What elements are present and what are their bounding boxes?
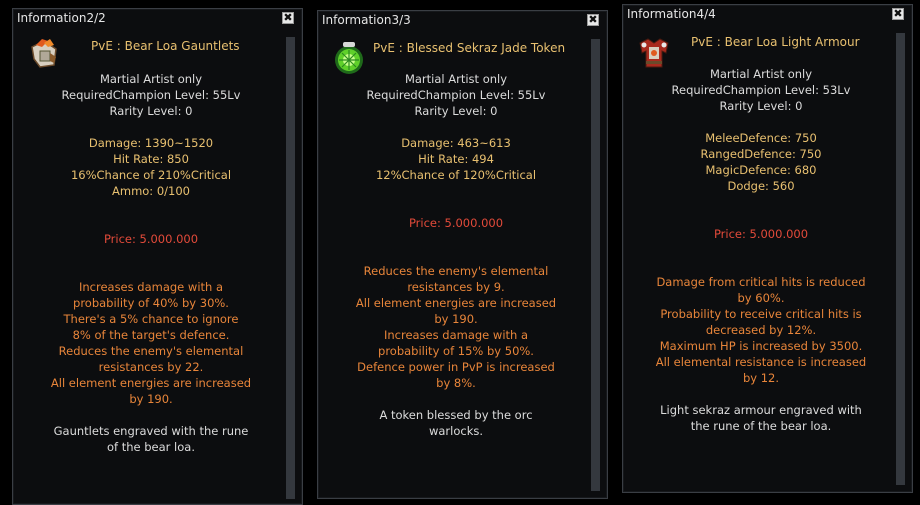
effect-line: Maximum HP is increased by 3500. <box>659 339 863 353</box>
requirement-line: Martial Artist only <box>404 72 508 86</box>
gauntlets-icon <box>26 35 62 71</box>
effect-line: Damage from critical hits is reduced <box>656 275 866 289</box>
description-line: warlocks. <box>428 424 484 438</box>
effect-line: Increases damage with a <box>78 280 224 294</box>
close-button[interactable]: ✖ <box>892 8 904 20</box>
stat-line: RangedDefence: 750 <box>700 147 822 161</box>
requirement-line: Rarity Level: 0 <box>109 104 193 118</box>
effect-line: Defence power in PvP is increased <box>357 360 555 374</box>
panel-titlebar[interactable]: Information3/3 ✖ <box>318 11 607 29</box>
effect-line: by 60%. <box>737 291 785 305</box>
requirement-line: Martial Artist only <box>99 72 203 86</box>
effect-line: There's a 5% chance to ignore <box>63 312 239 326</box>
effect-line: Reduces the enemy's elemental <box>58 344 244 358</box>
stat-line: Damage: 463~613 <box>401 136 511 150</box>
panel-titlebar[interactable]: Information4/4 ✖ <box>623 5 912 23</box>
stat-line: Hit Rate: 850 <box>113 152 189 166</box>
panel-title: Information4/4 <box>627 7 716 21</box>
item-details: Martial Artist only RequiredChampion Lev… <box>318 71 594 439</box>
stat-line: Ammo: 0/100 <box>112 184 190 198</box>
item-name: PvE : Bear Loa Light Armour <box>691 35 860 49</box>
effect-line: All element energies are increased <box>50 376 252 390</box>
requirement-line: RequiredChampion Level: 55Lv <box>61 88 241 102</box>
item-info-panel-1: Information2/2 ✖ PvE : Bear Loa Gauntlet… <box>12 8 303 505</box>
item-name: PvE : Bear Loa Gauntlets <box>91 39 240 53</box>
description-line: A token blessed by the orc <box>379 408 533 422</box>
stat-line: Dodge: 560 <box>727 179 795 193</box>
effect-line: All element energies are increased <box>355 296 557 310</box>
requirement-line: RequiredChampion Level: 53Lv <box>671 83 851 97</box>
effect-line: probability of 40% by 30%. <box>73 296 229 310</box>
panel-title: Information3/3 <box>322 13 411 27</box>
effect-line: Probability to receive critical hits is <box>660 307 862 321</box>
item-name: PvE : Blessed Sekraz Jade Token <box>373 41 566 55</box>
panel-titlebar[interactable]: Information2/2 ✖ <box>13 9 302 27</box>
requirement-line: Martial Artist only <box>709 67 813 81</box>
stat-line: MagicDefence: 680 <box>705 163 817 177</box>
stat-line: 12%Chance of 120%Critical <box>375 168 537 182</box>
effect-line: decreased by 12%. <box>705 323 817 337</box>
panel-title: Information2/2 <box>17 11 106 25</box>
stat-line: MeleeDefence: 750 <box>705 131 817 145</box>
effect-line: by 190. <box>129 392 173 406</box>
effect-line: by 8%. <box>436 376 476 390</box>
effect-line: All elemental resistance is increased <box>655 355 867 369</box>
description-line: of the bear loa. <box>106 440 195 454</box>
price-label: Price: 5.000.000 <box>408 216 504 230</box>
effect-line: by 12. <box>742 371 780 385</box>
description-line: the rune of the bear loa. <box>690 419 832 433</box>
description-line: Gauntlets engraved with the rune <box>53 424 249 438</box>
requirement-line: RequiredChampion Level: 55Lv <box>366 88 546 102</box>
close-button[interactable]: ✖ <box>587 14 599 26</box>
price-label: Price: 5.000.000 <box>103 232 199 246</box>
stat-line: Hit Rate: 494 <box>418 152 494 166</box>
requirement-line: Rarity Level: 0 <box>719 99 803 113</box>
effect-line: 8% of the target's defence. <box>72 328 230 342</box>
close-button[interactable]: ✖ <box>282 12 294 24</box>
effect-line: resistances by 9. <box>407 280 505 294</box>
description-line: Light sekraz armour engraved with <box>660 403 862 417</box>
effect-line: Reduces the enemy's elemental <box>363 264 549 278</box>
item-info-panel-2: Information3/3 ✖ PvE : Blessed Sekraz Ja… <box>317 10 608 499</box>
effect-line: Increases damage with a <box>383 328 529 342</box>
effect-line: by 190. <box>434 312 478 326</box>
item-info-panel-3: Information4/4 ✖ PvE : Bear Loa Light Ar… <box>622 4 913 493</box>
effect-line: resistances by 22. <box>98 360 204 374</box>
effect-line: probability of 15% by 50%. <box>378 344 534 358</box>
price-label: Price: 5.000.000 <box>713 227 809 241</box>
requirement-line: Rarity Level: 0 <box>414 104 498 118</box>
item-details: Martial Artist only RequiredChampion Lev… <box>13 71 289 455</box>
stat-line: Damage: 1390~1520 <box>88 136 214 150</box>
stat-line: 16%Chance of 210%Critical <box>70 168 232 182</box>
item-details: Martial Artist only RequiredChampion Lev… <box>623 66 899 434</box>
